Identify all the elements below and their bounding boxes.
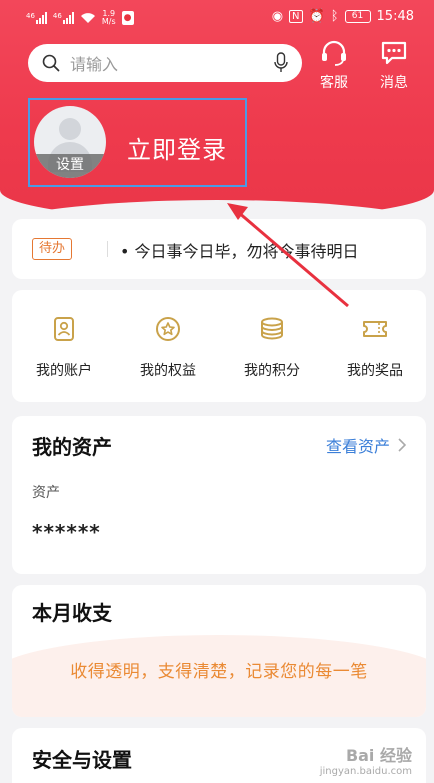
headset-icon (322, 40, 346, 66)
shortcut-label: 我的权益 (140, 363, 196, 379)
star-badge-icon (156, 317, 180, 341)
todo-card[interactable]: 待办 • 今日事今日毕，勿将今事待明日 (12, 219, 426, 279)
network-speed: 1.9 M/s (101, 9, 116, 26)
divider (107, 241, 108, 257)
monthly-title: 本月收支 (32, 601, 112, 625)
watermark: Bai 经验 jingyan.baidu.com (320, 742, 412, 777)
bluetooth-icon: ᛒ (330, 9, 339, 24)
avatar-placeholder-head (59, 118, 81, 140)
chat-icon (381, 41, 407, 65)
search-input[interactable]: 请输入 (70, 51, 274, 75)
todo-badge: 待办 (32, 238, 73, 260)
shortcut-my-account[interactable]: 我的账户 (24, 316, 104, 380)
nfc-icon: N (289, 10, 303, 23)
monthly-card[interactable]: 本月收支 收得透明，支得清楚，记录您的每一笔 (12, 585, 426, 717)
battery-icon: 61 (344, 10, 371, 23)
monthly-slogan: 收得透明，支得清楚，记录您的每一笔 (70, 662, 368, 682)
assets-title: 我的资产 (32, 435, 112, 459)
signal-2-icon: 46 (53, 12, 74, 24)
eye-icon: ◉ (271, 9, 284, 24)
shortcut-my-points[interactable]: 我的积分 (232, 316, 312, 380)
security-title: 安全与设置 (32, 748, 132, 772)
shortcut-label: 我的积分 (244, 363, 300, 379)
shortcut-my-rights[interactable]: 我的权益 (128, 316, 208, 380)
login-highlight-box[interactable]: 设置 立即登录 (28, 98, 247, 187)
view-assets-label: 查看资产 (325, 437, 390, 456)
asset-label: 资产 (32, 485, 60, 501)
status-bar: 46 46 1.9 M/s ● ◉ N ⏰ ᛒ 61 15:48 (0, 0, 434, 34)
shortcut-label: 我的账户 (36, 363, 92, 379)
assets-card: 我的资产 查看资产 资产 ****** (12, 416, 426, 574)
signal-1-icon: 46 (26, 12, 47, 24)
customer-service-label: 客服 (320, 75, 348, 91)
microphone-icon[interactable] (274, 52, 288, 74)
ticket-icon (363, 321, 387, 337)
shortcuts-card: 我的账户 我的权益 我的积分 我的奖品 (12, 290, 426, 402)
view-assets-link[interactable]: 查看资产 (326, 433, 406, 457)
asset-value-masked: ****** (32, 520, 101, 544)
account-icon (54, 317, 74, 341)
messages-button[interactable]: 消息 (372, 40, 416, 91)
messages-label: 消息 (380, 75, 408, 91)
shortcut-label: 我的奖品 (347, 363, 403, 379)
shortcut-my-prizes[interactable]: 我的奖品 (335, 316, 415, 380)
customer-service-button[interactable]: 客服 (312, 40, 356, 91)
todo-text: • 今日事今日毕，勿将今事待明日 (120, 242, 359, 261)
recording-icon: ● (121, 11, 134, 25)
watermark-url: jingyan.baidu.com (319, 766, 412, 777)
coins-icon (261, 317, 283, 340)
avatar-settings-label[interactable]: 设置 (34, 154, 106, 178)
avatar[interactable]: 设置 (34, 106, 106, 178)
search-icon (42, 54, 60, 72)
alarm-icon: ⏰ (308, 9, 325, 24)
wifi-icon (80, 13, 95, 23)
chevron-right-icon (398, 438, 406, 452)
login-button[interactable]: 立即登录 (127, 130, 227, 165)
watermark-text: Bai 经验 (345, 746, 412, 765)
search-bar[interactable]: 请输入 (28, 44, 302, 82)
clock: 15:48 (376, 9, 414, 24)
